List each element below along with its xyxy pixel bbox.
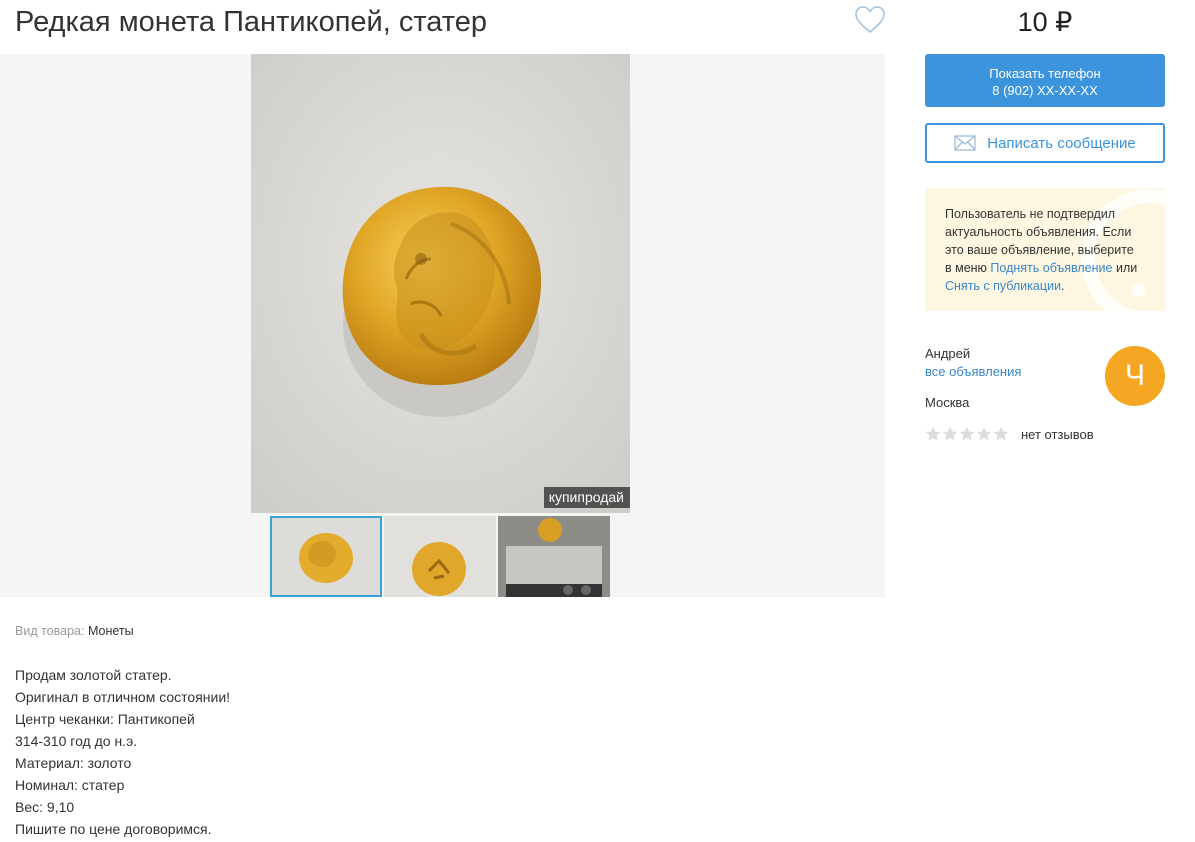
write-message-label: Написать сообщение [987,134,1136,152]
notice-text-end: . [1061,279,1065,293]
write-message-button[interactable]: Написать сообщение [925,123,1165,163]
listing-price: 10 ₽ [1017,7,1073,37]
description-line: Пишите по цене договоримся. [15,821,212,837]
notice-text: Пользователь не подтвердил актуальность … [945,205,1141,295]
star-empty-icon [925,426,941,441]
show-phone-button[interactable]: Показать телефон 8 (902) XX-XX-XX [925,54,1165,107]
reviews-count: нет отзывов [1021,427,1094,442]
description-line: Материал: золото [15,755,132,771]
remove-listing-link[interactable]: Снять с публикации [945,279,1061,293]
description-line: Оригинал в отличном состоянии! [15,689,231,705]
category-row: Вид товара: Монеты [15,624,134,638]
watermark-label: купипродай [543,487,630,508]
avatar[interactable]: Ч [1105,346,1165,406]
seller-name: Андрей [925,346,971,361]
actuality-notice: Пользователь не подтвердил актуальность … [925,188,1165,311]
description: Продам золотой статер. Оригинал в отличн… [15,664,230,840]
thumbnail-image [272,518,380,595]
thumbnail-2[interactable] [384,516,496,597]
seller-city: Москва [925,395,970,410]
show-phone-label: Показать телефон [989,66,1101,81]
rating-stars [925,426,1010,442]
favorite-heart-icon[interactable] [854,5,886,35]
phone-number-masked: 8 (902) XX-XX-XX [992,83,1098,98]
coin-photo-image [251,54,630,513]
thumbnail-1[interactable] [270,516,382,597]
thumbnail-image [498,516,610,597]
description-line: Центр чеканки: Пантикопей [15,711,195,727]
star-empty-icon [976,426,992,441]
notice-text-or: или [1112,261,1138,275]
star-empty-icon [959,426,975,441]
listing-title: Редкая монета Пантикопей, статер [15,6,488,38]
thumbnail-3[interactable] [498,516,610,597]
envelope-icon [954,135,976,151]
star-empty-icon [942,426,958,441]
category-value: Монеты [87,624,134,638]
photo-gallery: купипродай [0,54,885,597]
description-line: Номинал: статер [15,777,125,793]
main-photo[interactable]: купипродай [251,54,630,513]
category-label: Вид товара: [15,624,85,638]
description-line: Вес: 9,10 [15,799,75,815]
description-line: Продам золотой статер. [15,667,172,683]
thumbnail-image [384,516,496,597]
star-empty-icon [993,426,1009,441]
all-listings-link[interactable]: все объявления [925,364,1021,379]
description-line: 314-310 год до н.э. [15,733,138,749]
raise-listing-link[interactable]: Поднять объявление [990,261,1112,275]
